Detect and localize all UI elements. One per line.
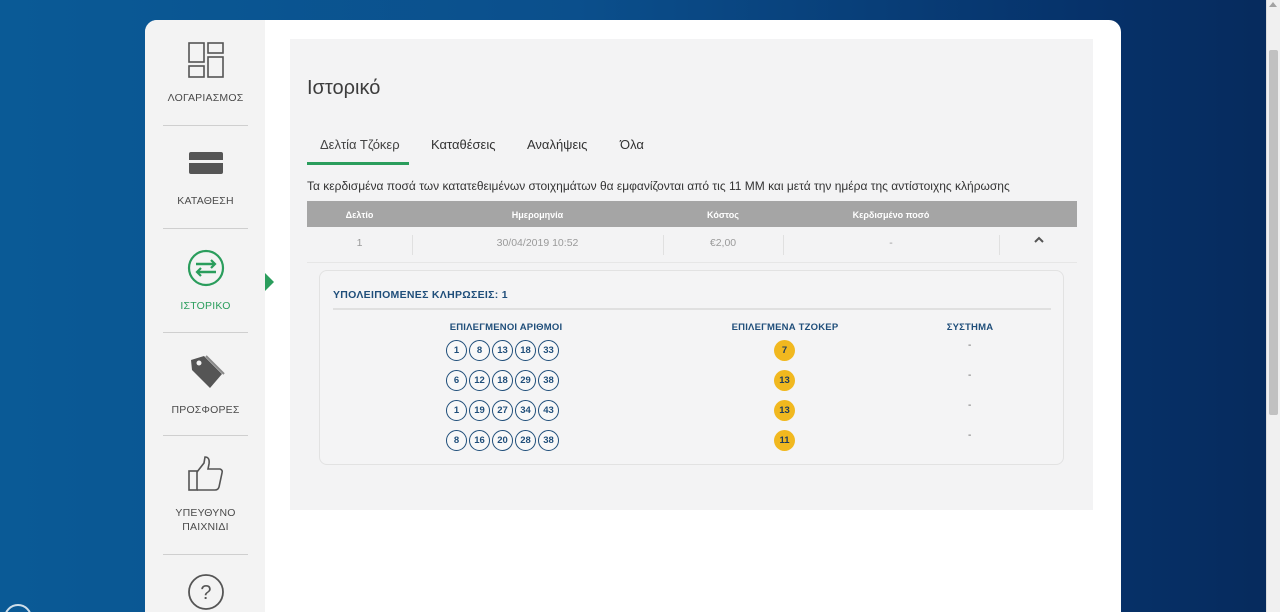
number-ball: 12 bbox=[469, 370, 490, 391]
selected-numbers-row: 6 12 18 29 38 bbox=[446, 370, 559, 392]
number-ball: 1 bbox=[446, 400, 467, 421]
sidebar-divider bbox=[163, 228, 248, 229]
ticket-details: ΥΠΟΛΕΙΠΟΜΕΝΕΣ ΚΛΗΡΩΣΕΙΣ: 1 ΕΠΙΛΕΓΜΕΝΟΙ Α… bbox=[319, 270, 1064, 465]
scroll-up-arrow-icon[interactable] bbox=[1269, 2, 1277, 7]
sidebar-item-label: ΙΣΤΟΡΙΚΟ bbox=[180, 300, 231, 312]
number-ball: 13 bbox=[492, 340, 513, 361]
details-divider bbox=[333, 308, 1051, 310]
number-ball: 1 bbox=[446, 340, 467, 361]
number-ball: 6 bbox=[446, 370, 467, 391]
column-header-system: ΣΥΣΤΗΜΑ bbox=[946, 322, 994, 333]
number-ball: 34 bbox=[515, 400, 536, 421]
system-value: - bbox=[968, 430, 972, 441]
number-ball: 20 bbox=[492, 430, 513, 451]
sidebar: ΛΟΓΑΡΙΑΣΜΟΣ ΚΑΤΑΘΕΣΗ ΙΣΤΟΡΙΚΟ ΠΡΟΣΦΟΡΕΣ … bbox=[145, 20, 265, 612]
system-value: - bbox=[968, 370, 972, 381]
history-panel: Ιστορικό Δελτία Τζόκερ Καταθέσεις Αναλήψ… bbox=[290, 39, 1093, 510]
sidebar-item-offers[interactable]: ΠΡΟΣΦΟΡΕΣ bbox=[163, 352, 248, 417]
number-ball: 18 bbox=[515, 340, 536, 361]
column-separator bbox=[999, 235, 1000, 255]
number-ball: 33 bbox=[538, 340, 559, 361]
system-value: - bbox=[968, 400, 972, 411]
column-header-selected-joker: ΕΠΙΛΕΓΜΕΝΑ ΤΖΟΚΕΡ bbox=[731, 322, 839, 333]
number-ball: 18 bbox=[492, 370, 513, 391]
ticket-date: 30/04/2019 10:52 bbox=[496, 237, 579, 249]
ticket-id: 1 bbox=[356, 237, 363, 249]
tab-all[interactable]: Όλα bbox=[620, 137, 644, 163]
page-title: Ιστορικό bbox=[307, 77, 381, 99]
chat-launcher-icon[interactable] bbox=[4, 604, 32, 612]
sidebar-item-account[interactable]: ΛΟΓΑΡΙΑΣΜΟΣ bbox=[163, 40, 248, 105]
tag-icon bbox=[190, 355, 225, 388]
sidebar-divider bbox=[163, 435, 248, 436]
system-value: - bbox=[968, 340, 972, 351]
sidebar-item-label: ΠΡΟΣΦΟΡΕΣ bbox=[171, 404, 240, 416]
selected-numbers-row: 8 16 20 28 38 bbox=[446, 430, 559, 452]
ticket-cost: €2,00 bbox=[709, 237, 737, 249]
table-row[interactable]: 1 30/04/2019 10:52 €2,00 - bbox=[307, 227, 1077, 263]
chevron-up-icon[interactable] bbox=[1033, 235, 1045, 245]
number-ball: 27 bbox=[492, 400, 513, 421]
selected-numbers-row: 1 19 27 34 43 bbox=[446, 400, 559, 422]
card-icon bbox=[188, 152, 223, 174]
table-header: Δελτίο Ημερομηνία Κόστος Κερδισμένο ποσό bbox=[307, 201, 1077, 227]
column-header-selected-numbers: ΕΠΙΛΕΓΜΕΝΟΙ ΑΡΙΘΜΟΙ bbox=[449, 322, 563, 333]
sidebar-item-label: ΛΟΓΑΡΙΑΣΜΟΣ bbox=[167, 92, 244, 104]
active-tab-underline bbox=[307, 162, 409, 165]
number-ball: 38 bbox=[538, 370, 559, 391]
joker-ball: 13 bbox=[774, 370, 795, 391]
sidebar-divider bbox=[163, 332, 248, 333]
number-ball: 43 bbox=[538, 400, 559, 421]
number-ball: 38 bbox=[538, 430, 559, 451]
sidebar-item-responsible-gaming[interactable]: ΥΠΕΥΘΥΝΟ ΠΑΙΧΝΙΔΙ bbox=[163, 454, 248, 534]
column-header-ticket: Δελτίο bbox=[345, 210, 374, 220]
sidebar-item-help[interactable]: ? bbox=[163, 572, 248, 612]
joker-ball: 13 bbox=[774, 400, 795, 421]
sidebar-item-history[interactable]: ΙΣΤΟΡΙΚΟ bbox=[163, 248, 248, 313]
ticket-winnings: - bbox=[889, 237, 893, 249]
column-header-winnings: Κερδισμένο ποσό bbox=[852, 210, 930, 220]
thumbs-up-icon bbox=[187, 456, 223, 491]
page-scrollbar[interactable] bbox=[1266, 0, 1280, 612]
number-ball: 8 bbox=[446, 430, 467, 451]
joker-ball: 11 bbox=[774, 430, 795, 451]
tab-deposits[interactable]: Καταθέσεις bbox=[431, 137, 496, 163]
sidebar-item-label-line1: ΥΠΕΥΘΥΝΟ bbox=[175, 507, 236, 519]
number-ball: 16 bbox=[469, 430, 490, 451]
number-ball: 28 bbox=[515, 430, 536, 451]
active-section-pointer bbox=[265, 273, 274, 291]
column-header-date: Ημερομηνία bbox=[511, 210, 564, 220]
remaining-draws: ΥΠΟΛΕΙΠΟΜΕΝΕΣ ΚΛΗΡΩΣΕΙΣ: 1 bbox=[333, 289, 508, 301]
column-header-cost: Κόστος bbox=[707, 210, 739, 220]
help-icon: ? bbox=[187, 574, 224, 610]
number-ball: 19 bbox=[469, 400, 490, 421]
number-ball: 8 bbox=[469, 340, 490, 361]
selected-numbers-row: 1 8 13 18 33 bbox=[446, 340, 559, 362]
winnings-info-text: Τα κερδισμένα ποσά των κατατεθειμένων στ… bbox=[307, 179, 1010, 193]
sidebar-divider bbox=[163, 125, 248, 126]
transfer-arrows-icon bbox=[187, 249, 224, 287]
tab-withdrawals[interactable]: Αναλήψεις bbox=[527, 137, 587, 163]
dashboard-icon bbox=[187, 42, 224, 78]
tab-joker-tickets[interactable]: Δελτία Τζόκερ bbox=[320, 137, 400, 163]
sidebar-item-label: ΚΑΤΑΘΕΣΗ bbox=[177, 195, 234, 207]
account-card: ΛΟΓΑΡΙΑΣΜΟΣ ΚΑΤΑΘΕΣΗ ΙΣΤΟΡΙΚΟ ΠΡΟΣΦΟΡΕΣ … bbox=[145, 20, 1121, 612]
scrollbar-thumb[interactable] bbox=[1269, 50, 1278, 415]
svg-text:?: ? bbox=[200, 582, 211, 604]
sidebar-item-label-line2: ΠΑΙΧΝΙΔΙ bbox=[182, 521, 229, 533]
joker-ball: 7 bbox=[774, 340, 795, 361]
number-ball: 29 bbox=[515, 370, 536, 391]
sidebar-divider bbox=[163, 554, 248, 555]
sidebar-item-deposit[interactable]: ΚΑΤΑΘΕΣΗ bbox=[163, 148, 248, 208]
